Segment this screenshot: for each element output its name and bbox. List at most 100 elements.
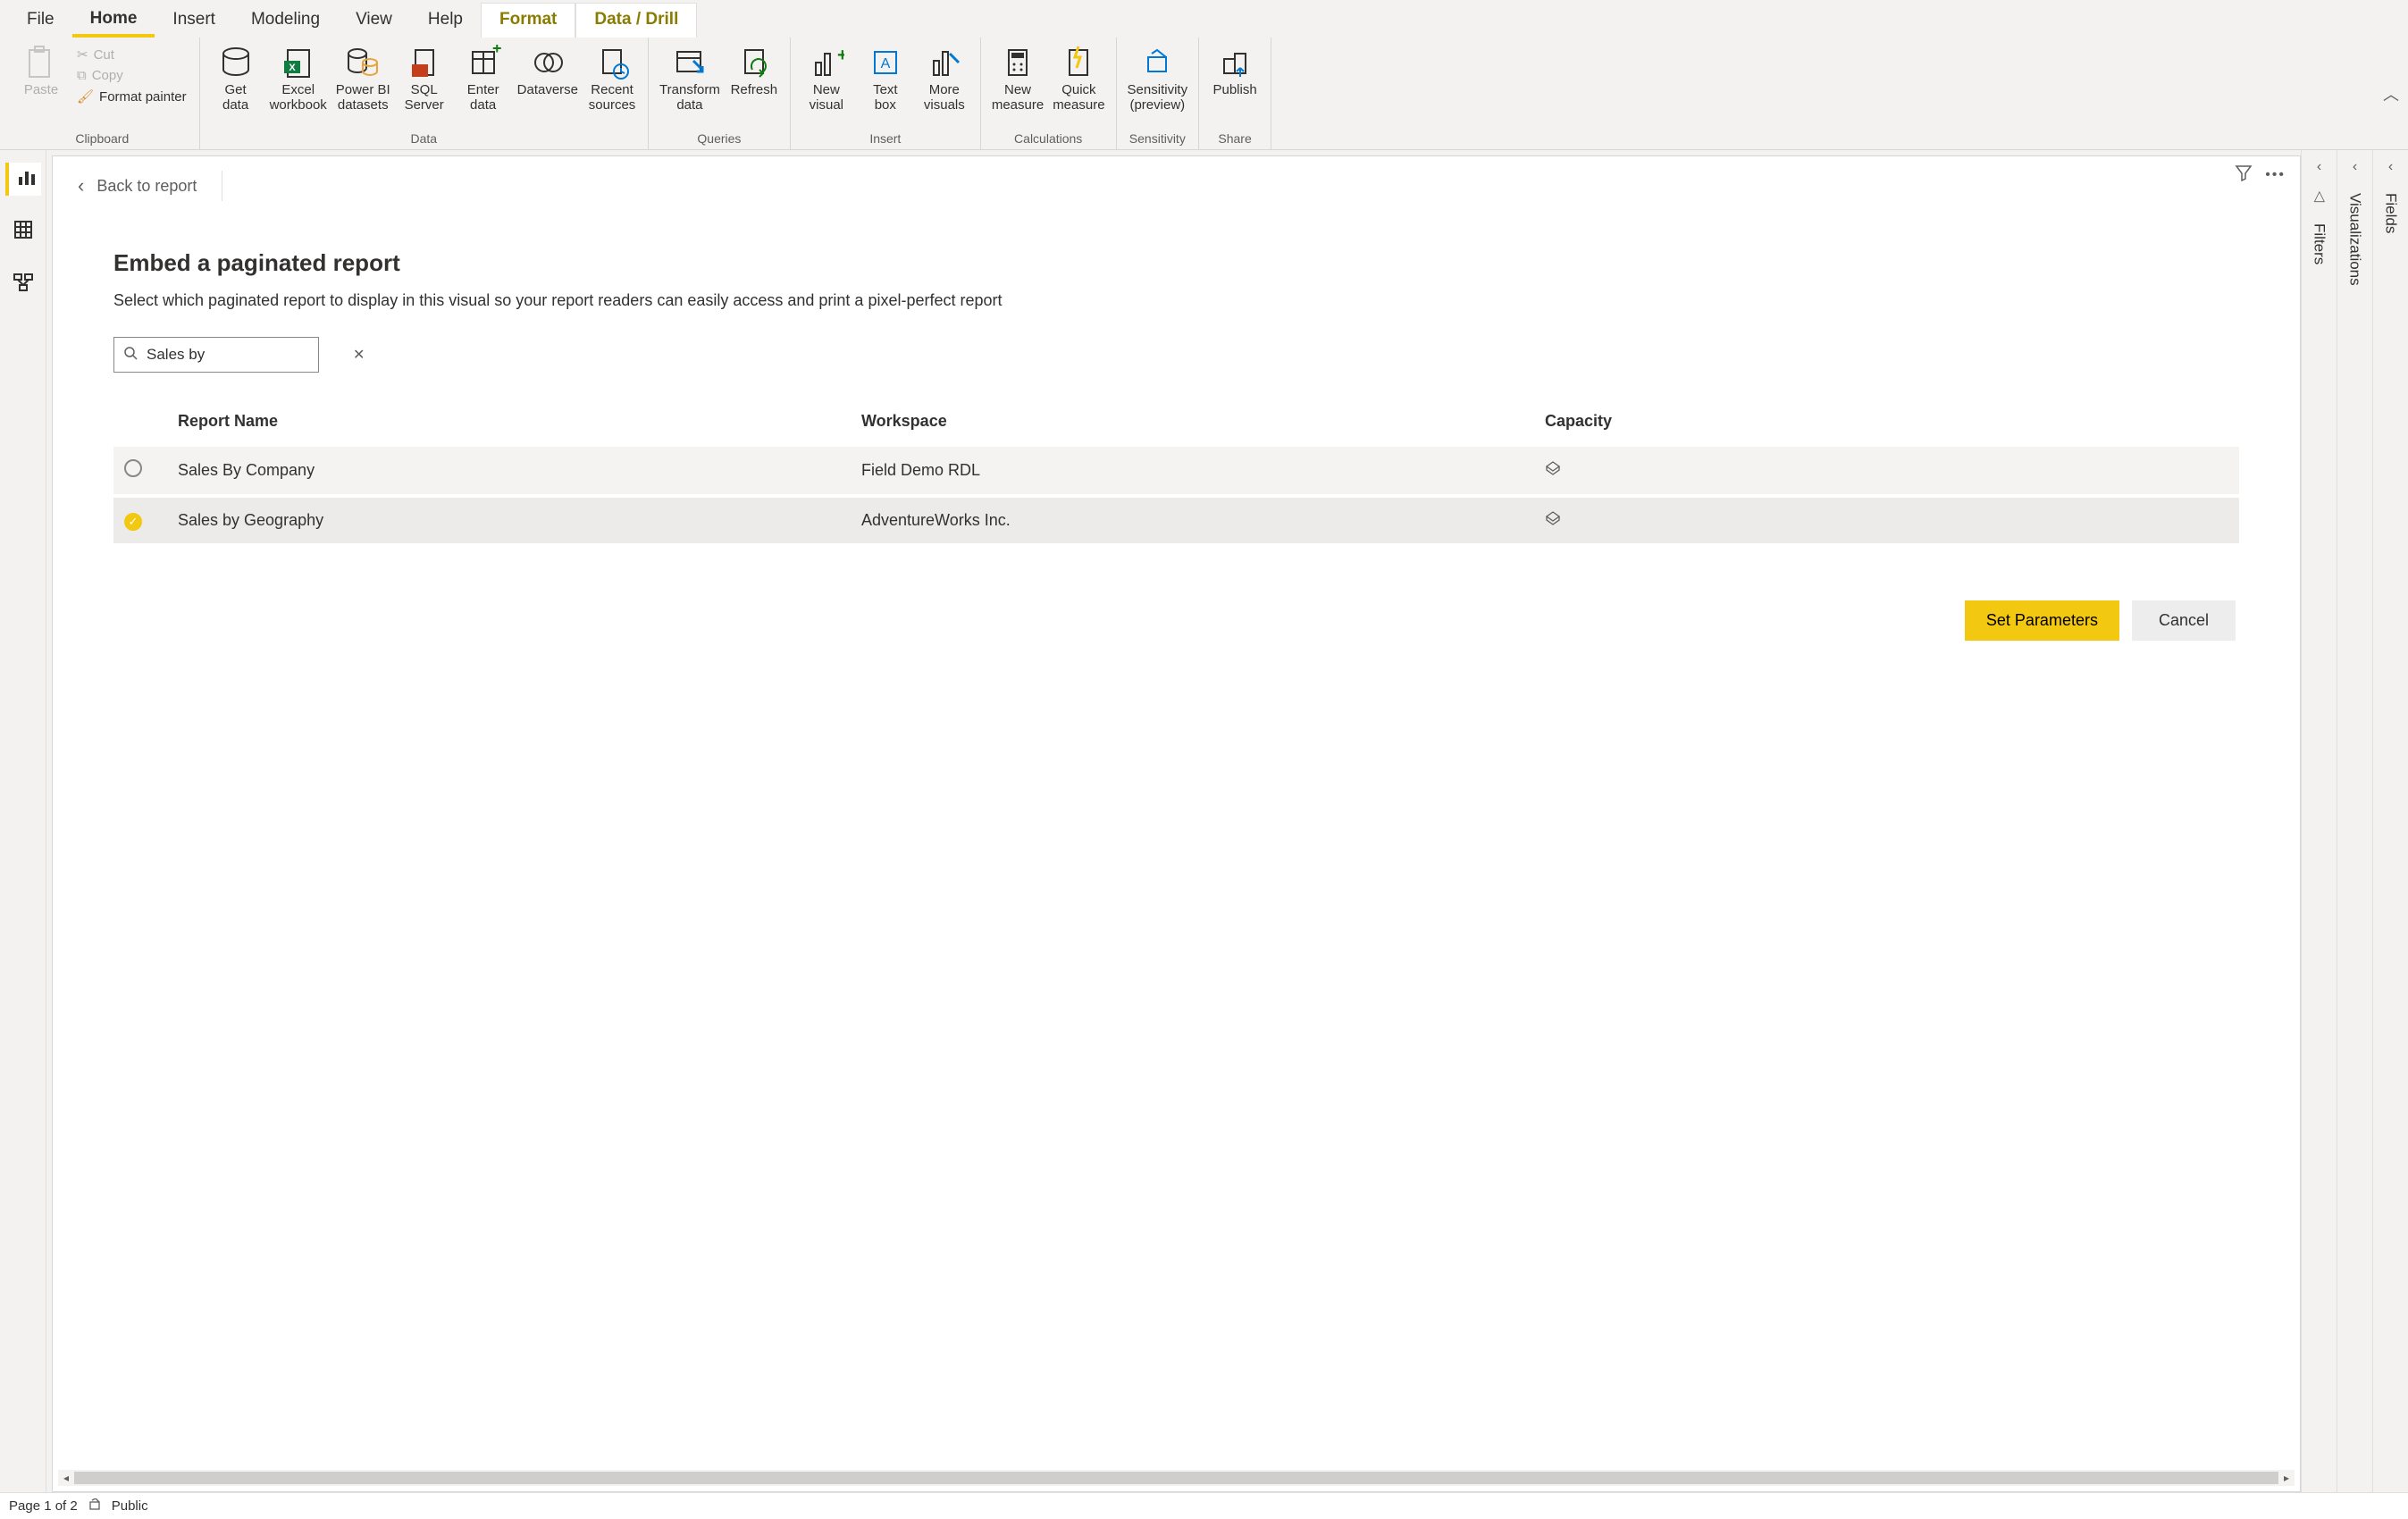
horizontal-scrollbar[interactable]: ◂ ▸ bbox=[58, 1470, 2295, 1486]
canvas-container: ••• ‹ Back to report Embed a paginated r… bbox=[46, 150, 2301, 1492]
text-box-label: Text box bbox=[873, 82, 898, 113]
filters-pane-collapsed[interactable]: ‹ ▷ Filters bbox=[2301, 150, 2337, 1492]
scroll-left-icon[interactable]: ◂ bbox=[58, 1472, 74, 1484]
enter-data-icon: + bbox=[466, 45, 501, 80]
ribbon-group-queries: Transform data Refresh Queries bbox=[649, 38, 791, 149]
filters-pane-label: Filters bbox=[2311, 223, 2328, 264]
more-visuals-icon bbox=[927, 45, 962, 80]
menu-insert[interactable]: Insert bbox=[155, 3, 233, 38]
more-options-icon[interactable]: ••• bbox=[2265, 167, 2286, 183]
publish-button[interactable]: Publish bbox=[1206, 41, 1263, 97]
quick-measure-icon bbox=[1061, 45, 1096, 80]
paste-button[interactable]: Paste bbox=[13, 41, 70, 97]
sensitivity-button[interactable]: Sensitivity (preview) bbox=[1124, 41, 1192, 113]
new-measure-button[interactable]: New measure bbox=[988, 41, 1047, 113]
statusbar: Page 1 of 2 Public bbox=[0, 1492, 2408, 1519]
excel-workbook-button[interactable]: X Excel workbook bbox=[266, 41, 331, 113]
format-painter-button[interactable]: 🖌 Format painter bbox=[71, 87, 192, 106]
table-row[interactable]: ✓ Sales by Geography AdventureWorks Inc. bbox=[113, 494, 2239, 543]
cell-report-name: Sales By Company bbox=[178, 461, 861, 480]
ribbon-group-share: Publish Share bbox=[1199, 38, 1271, 149]
sensitivity-icon bbox=[1139, 45, 1175, 80]
svg-text:+: + bbox=[492, 45, 501, 57]
fields-pane-label: Fields bbox=[2382, 193, 2400, 233]
workspace: ••• ‹ Back to report Embed a paginated r… bbox=[0, 150, 2408, 1492]
recent-sources-button[interactable]: Recent sources bbox=[583, 41, 641, 113]
sensitivity-status-label: Public bbox=[112, 1498, 148, 1514]
data-view-icon bbox=[13, 219, 34, 240]
sql-server-button[interactable]: SQL Server bbox=[396, 41, 453, 113]
ribbon-collapse-button[interactable]: ︿ bbox=[2383, 82, 2399, 105]
sensitivity-label: Sensitivity (preview) bbox=[1128, 82, 1188, 113]
publish-icon bbox=[1217, 45, 1253, 80]
menu-format[interactable]: Format bbox=[481, 3, 575, 38]
new-visual-button[interactable]: + New visual bbox=[798, 41, 855, 113]
enter-data-button[interactable]: + Enter data bbox=[455, 41, 512, 113]
paintbrush-icon: 🖌 bbox=[77, 88, 94, 105]
visual-canvas: ••• ‹ Back to report Embed a paginated r… bbox=[52, 155, 2301, 1492]
model-view-button[interactable] bbox=[9, 268, 38, 301]
sensitivity-group-label: Sensitivity bbox=[1129, 131, 1186, 147]
col-capacity: Capacity bbox=[1545, 412, 2228, 431]
report-view-button[interactable] bbox=[5, 163, 41, 196]
pbi-datasets-button[interactable]: Power BI datasets bbox=[332, 41, 394, 113]
search-box[interactable]: ✕ bbox=[113, 337, 319, 373]
table-row[interactable]: Sales By Company Field Demo RDL bbox=[113, 443, 2239, 494]
textbox-icon: A bbox=[868, 45, 903, 80]
fields-pane-collapsed[interactable]: ‹ Fields bbox=[2372, 150, 2408, 1492]
set-parameters-button[interactable]: Set Parameters bbox=[1965, 600, 2119, 641]
model-view-icon bbox=[13, 272, 34, 293]
get-data-button[interactable]: Get data bbox=[207, 41, 264, 113]
right-panes: ‹ ▷ Filters ‹ Visualizations ‹ Fields bbox=[2301, 150, 2408, 1492]
recent-icon bbox=[594, 45, 630, 80]
dataverse-button[interactable]: Dataverse bbox=[514, 41, 582, 97]
back-to-report-link[interactable]: Back to report bbox=[96, 177, 197, 196]
cut-label: Cut bbox=[94, 47, 114, 63]
filter-icon[interactable] bbox=[2235, 164, 2253, 186]
search-input[interactable] bbox=[147, 346, 344, 364]
report-view-icon bbox=[16, 166, 38, 188]
transform-icon bbox=[672, 45, 708, 80]
data-group-label: Data bbox=[411, 131, 438, 147]
menu-help[interactable]: Help bbox=[410, 3, 481, 38]
radio-selected[interactable]: ✓ bbox=[124, 513, 142, 531]
menu-home[interactable]: Home bbox=[72, 2, 155, 38]
copy-label: Copy bbox=[92, 68, 123, 83]
copy-icon: ⧉ bbox=[77, 68, 87, 83]
menu-file[interactable]: File bbox=[9, 3, 72, 38]
col-workspace: Workspace bbox=[861, 412, 1545, 431]
clear-search-icon[interactable]: ✕ bbox=[353, 346, 365, 364]
capacity-icon bbox=[1545, 510, 2228, 531]
visualizations-pane-collapsed[interactable]: ‹ Visualizations bbox=[2337, 150, 2372, 1492]
recent-label: Recent sources bbox=[589, 82, 636, 113]
chevron-left-icon[interactable]: ‹ bbox=[2353, 159, 2357, 175]
menu-view[interactable]: View bbox=[338, 3, 410, 38]
scroll-track[interactable] bbox=[74, 1472, 2278, 1484]
cancel-button[interactable]: Cancel bbox=[2132, 600, 2236, 641]
menu-data-drill[interactable]: Data / Drill bbox=[575, 3, 697, 38]
scroll-right-icon[interactable]: ▸ bbox=[2278, 1472, 2295, 1484]
transform-label: Transform data bbox=[659, 82, 720, 113]
cut-button[interactable]: ✂ Cut bbox=[71, 45, 192, 64]
quick-measure-label: Quick measure bbox=[1053, 82, 1104, 113]
refresh-button[interactable]: Refresh bbox=[726, 41, 783, 97]
publish-label: Publish bbox=[1212, 82, 1256, 97]
transform-data-button[interactable]: Transform data bbox=[656, 41, 724, 113]
chevron-left-icon[interactable]: ‹ bbox=[2317, 159, 2321, 175]
radio-unselected[interactable] bbox=[124, 459, 142, 477]
chevron-left-icon[interactable]: ‹ bbox=[78, 174, 84, 197]
sql-label: SQL Server bbox=[405, 82, 444, 113]
queries-group-label: Queries bbox=[697, 131, 741, 147]
text-box-button[interactable]: A Text box bbox=[857, 41, 914, 113]
quick-measure-button[interactable]: Quick measure bbox=[1049, 41, 1108, 113]
report-table: Report Name Workspace Capacity Sales By … bbox=[113, 399, 2239, 543]
data-view-button[interactable] bbox=[9, 215, 38, 248]
dataverse-label: Dataverse bbox=[517, 82, 578, 97]
copy-button[interactable]: ⧉ Copy bbox=[71, 66, 192, 85]
dataverse-icon bbox=[530, 45, 566, 80]
sensitivity-status-icon bbox=[88, 1498, 101, 1515]
pbi-datasets-icon bbox=[345, 45, 381, 80]
chevron-left-icon[interactable]: ‹ bbox=[2388, 159, 2393, 175]
menu-modeling[interactable]: Modeling bbox=[233, 3, 338, 38]
more-visuals-button[interactable]: More visuals bbox=[916, 41, 973, 113]
